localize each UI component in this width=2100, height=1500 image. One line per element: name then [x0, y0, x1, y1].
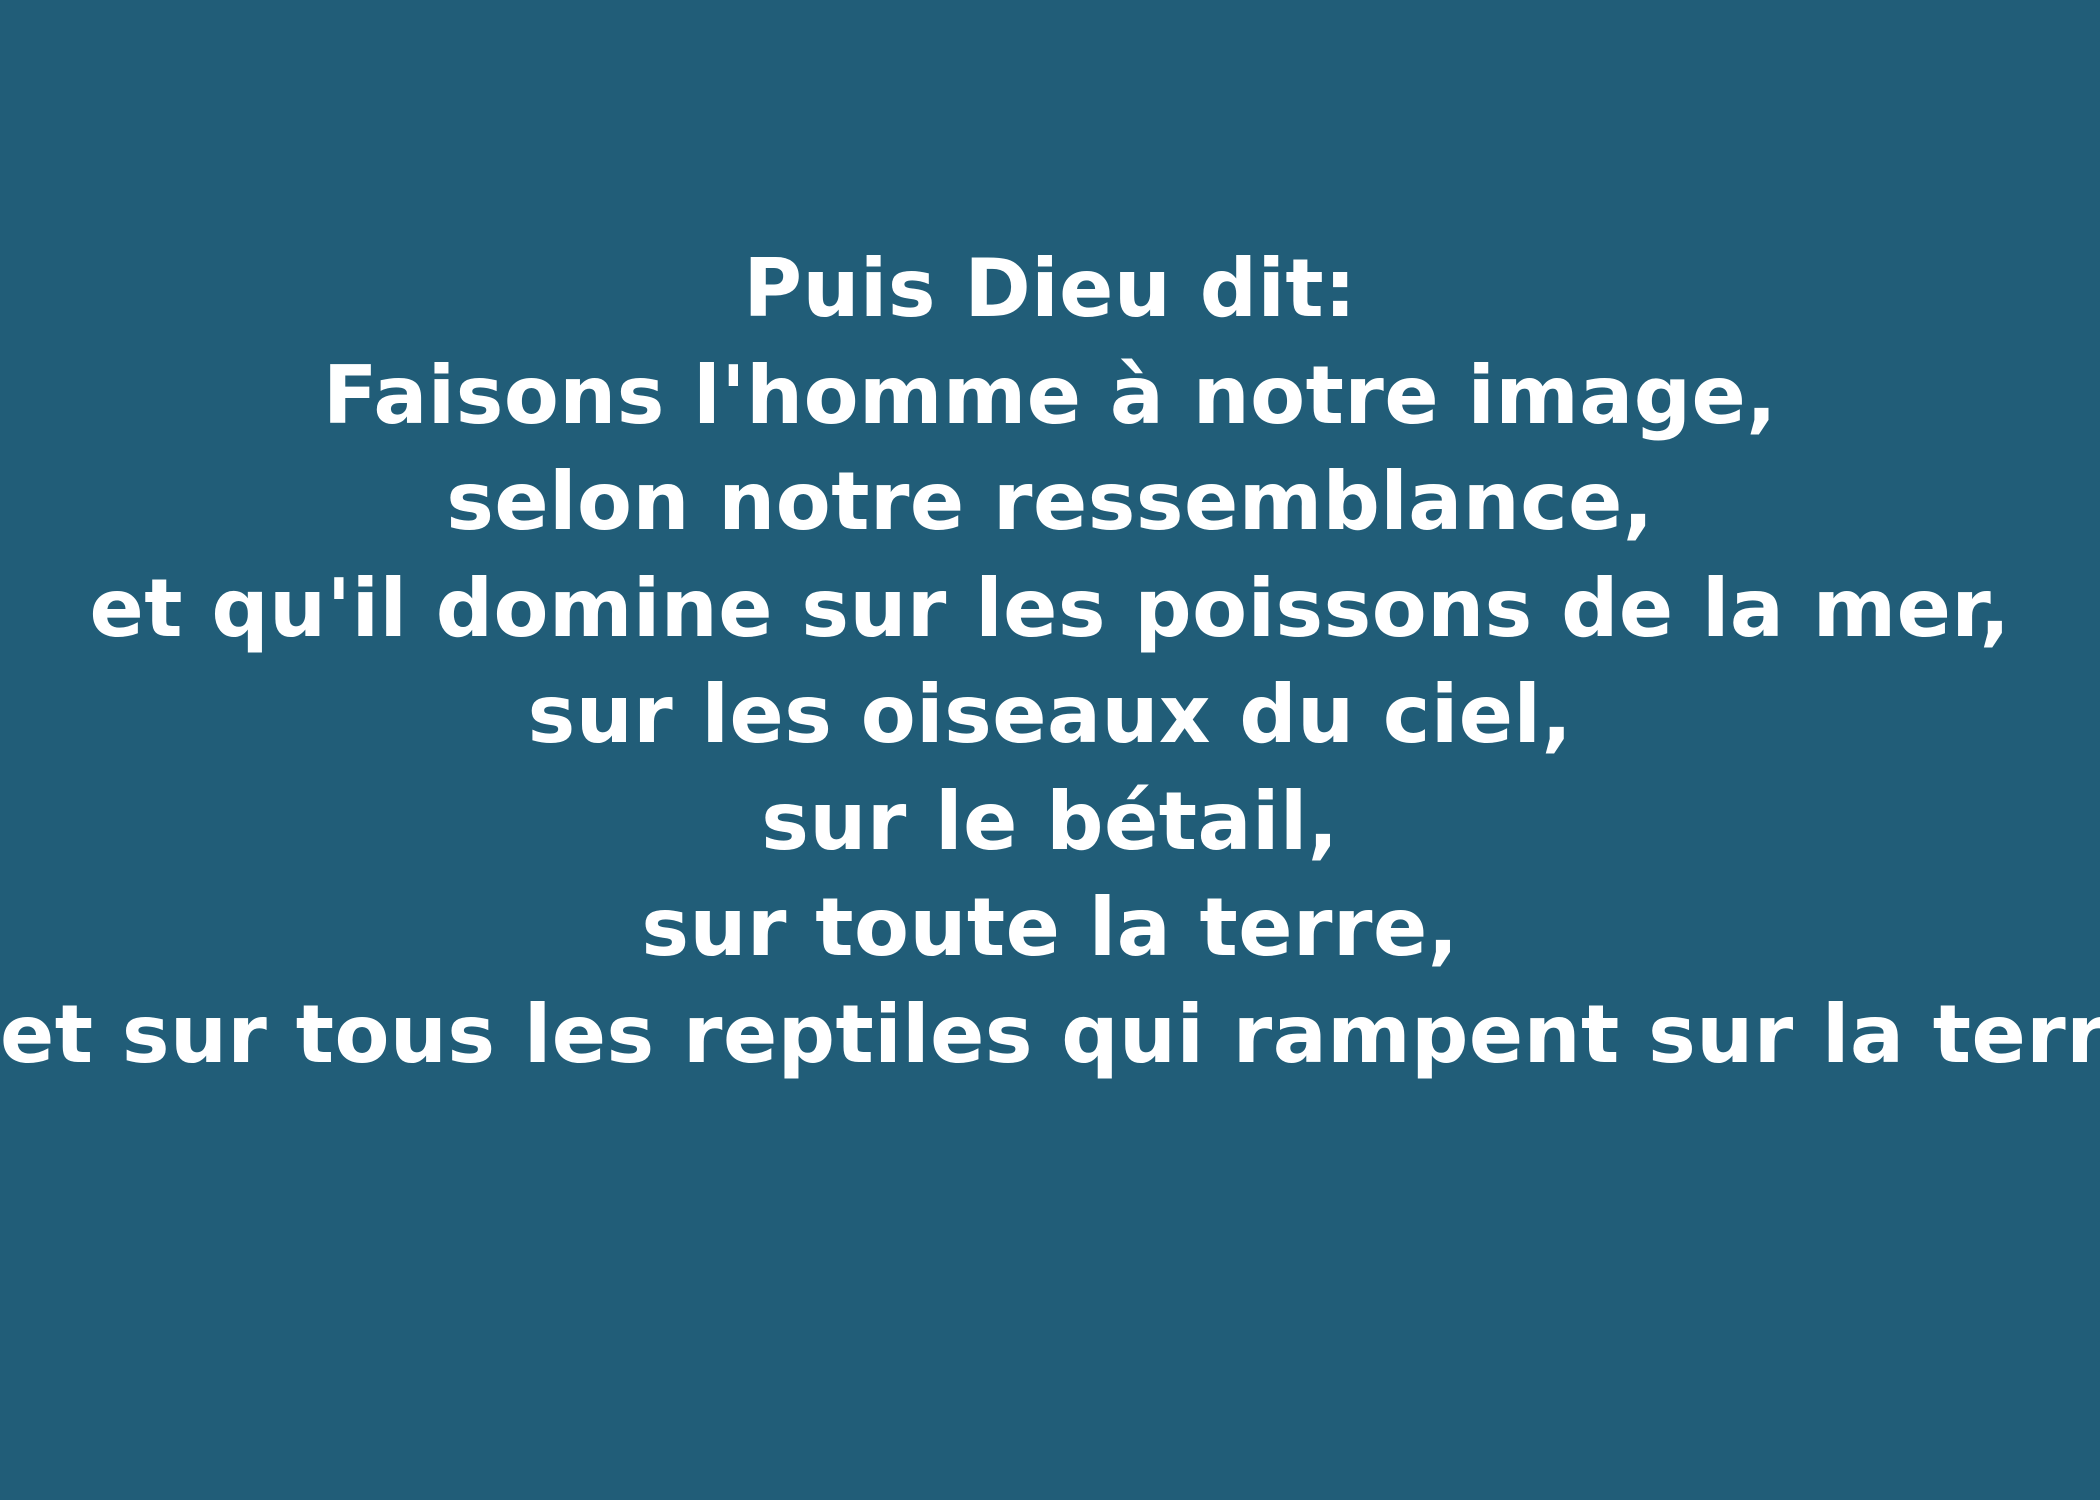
verse-line: sur toute la terre,: [641, 881, 1459, 974]
verse-line: selon notre ressemblance,: [446, 455, 1654, 548]
verse-line: Puis Dieu dit:: [743, 242, 1357, 335]
verse-line: et sur tous les reptiles qui rampent sur…: [0, 987, 2100, 1081]
verse-line: sur les oiseaux du ciel,: [527, 668, 1573, 761]
verse-line: et qu'il domine sur les poissons de la m…: [89, 561, 2011, 655]
verse-line: Faisons l'homme à notre image,: [322, 348, 1778, 442]
slide-background: Puis Dieu dit: Faisons l'homme à notre i…: [0, 0, 2100, 1500]
verse-text-block: Puis Dieu dit: Faisons l'homme à notre i…: [0, 236, 2100, 1088]
verse-line: sur le bétail,: [761, 774, 1339, 868]
